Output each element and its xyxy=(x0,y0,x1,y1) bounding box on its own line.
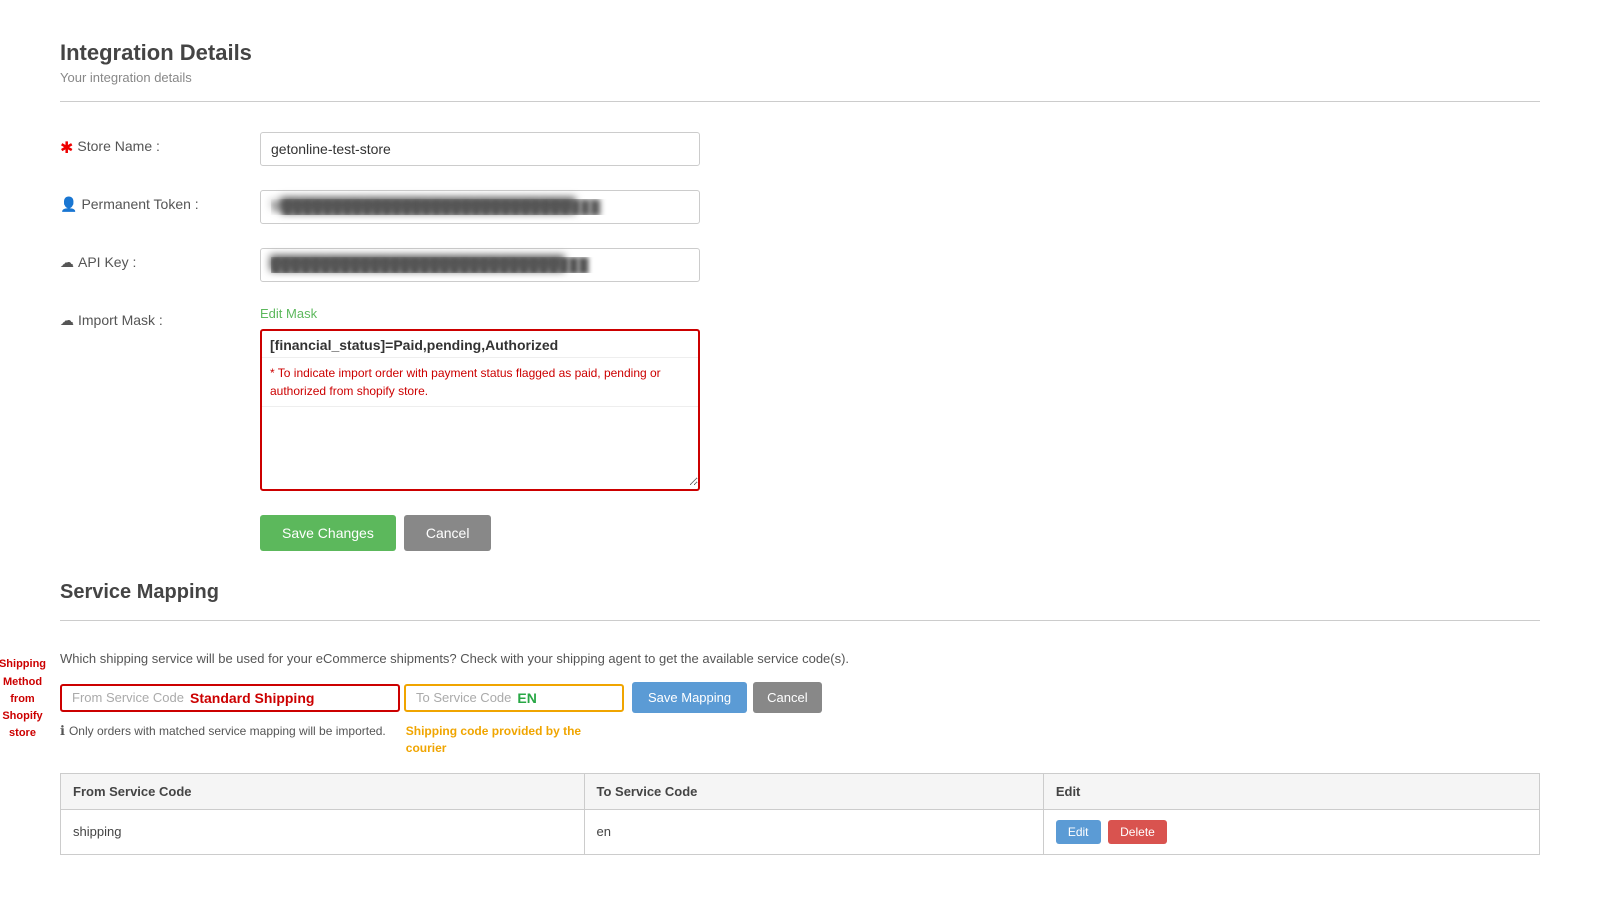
table-header-row: From Service Code To Service Code Edit xyxy=(61,773,1540,809)
mask-first-line: [financial_status]=Paid,pending,Authoriz… xyxy=(262,331,698,358)
col-to-service: To Service Code xyxy=(584,773,1043,809)
service-mapping-desc: Which shipping service will be used for … xyxy=(60,651,1540,666)
mask-hint: * To indicate import order with payment … xyxy=(262,358,698,406)
permanent-token-label: 👤 Permanent Token : xyxy=(60,190,260,213)
permanent-token-row: 👤 Permanent Token : 5f██████████████████… xyxy=(60,190,1540,224)
cancel-button[interactable]: Cancel xyxy=(404,515,492,551)
permanent-token-value: 5f████████████████████████████████ xyxy=(270,197,576,212)
save-changes-button[interactable]: Save Changes xyxy=(260,515,396,551)
courier-hint-line1: Shipping code provided by the xyxy=(406,724,581,738)
delete-row-button[interactable]: Delete xyxy=(1108,820,1167,844)
to-service-value: EN xyxy=(517,690,536,706)
import-mask-label-text: Import Mask : xyxy=(78,312,163,328)
shipping-method-side-label: Shipping Method from Shopify store xyxy=(0,654,55,740)
api-key-label-text: API Key : xyxy=(78,254,136,270)
info-icon: ℹ xyxy=(60,723,65,739)
from-service-input-wrapper[interactable]: From Service Code Standard Shipping xyxy=(60,684,400,712)
save-mapping-button[interactable]: Save Mapping xyxy=(632,682,747,713)
edit-cell: Edit Delete xyxy=(1043,809,1539,854)
courier-hint-line2: courier xyxy=(406,741,447,755)
permanent-token-label-text: Permanent Token : xyxy=(81,196,198,212)
mapping-table: From Service Code To Service Code Edit s… xyxy=(60,773,1540,855)
store-name-label: ✱ Store Name : xyxy=(60,132,260,158)
integration-details-form: ✱ Store Name : 👤 Permanent Token : 5f███… xyxy=(60,132,1540,551)
cancel-mapping-button[interactable]: Cancel xyxy=(753,682,821,713)
info-row: ℹ Only orders with matched service mappi… xyxy=(60,723,1540,757)
from-service-label: From Service Code xyxy=(72,690,184,705)
info-text: ℹ Only orders with matched service mappi… xyxy=(60,723,386,739)
divider-2 xyxy=(60,620,1540,621)
store-name-label-text: Store Name : xyxy=(77,138,159,154)
mask-textarea[interactable] xyxy=(262,406,698,486)
col-edit: Edit xyxy=(1043,773,1539,809)
edit-row-button[interactable]: Edit xyxy=(1056,820,1101,844)
service-mapping-title: Service Mapping xyxy=(60,581,1540,604)
edit-mask-link[interactable]: Edit Mask xyxy=(260,306,700,321)
col-from-service: From Service Code xyxy=(61,773,585,809)
page-title: Integration Details xyxy=(60,40,1540,66)
required-star: ✱ xyxy=(60,138,73,158)
courier-hint: Shipping code provided by the courier xyxy=(406,723,581,757)
import-mask-wrapper: Edit Mask [financial_status]=Paid,pendin… xyxy=(260,306,700,491)
from-code-cell: shipping xyxy=(61,809,585,854)
side-label-line2: from Shopify store xyxy=(2,693,42,740)
import-mask-label: ☁ Import Mask : xyxy=(60,306,260,329)
side-label-line1: Shipping Method xyxy=(0,658,46,687)
to-code-cell: en xyxy=(584,809,1043,854)
api-key-row: ☁ API Key : ████████████████████████████… xyxy=(60,248,1540,282)
import-mask-row: ☁ Import Mask : Edit Mask [financial_sta… xyxy=(60,306,1540,491)
api-key-value: ████████████████████████████████ xyxy=(270,255,565,270)
form-buttons-row: Save Changes Cancel xyxy=(260,515,1540,551)
table-row: shipping en Edit Delete xyxy=(61,809,1540,854)
person-icon: 👤 xyxy=(60,196,77,213)
divider xyxy=(60,101,1540,102)
service-mapping-section: Service Mapping Which shipping service w… xyxy=(60,581,1540,855)
cloud-icon-2: ☁ xyxy=(60,312,74,329)
store-name-input[interactable] xyxy=(260,132,700,166)
from-service-value: Standard Shipping xyxy=(190,690,314,706)
mask-textarea-outer: [financial_status]=Paid,pending,Authoriz… xyxy=(260,329,700,491)
to-service-label: To Service Code xyxy=(416,690,511,705)
api-key-label: ☁ API Key : xyxy=(60,248,260,271)
to-service-input-wrapper[interactable]: To Service Code EN xyxy=(404,684,624,712)
page-subtitle: Your integration details xyxy=(60,70,1540,85)
info-text-content: Only orders with matched service mapping… xyxy=(69,724,386,738)
cloud-icon: ☁ xyxy=(60,254,74,271)
store-name-row: ✱ Store Name : xyxy=(60,132,1540,166)
